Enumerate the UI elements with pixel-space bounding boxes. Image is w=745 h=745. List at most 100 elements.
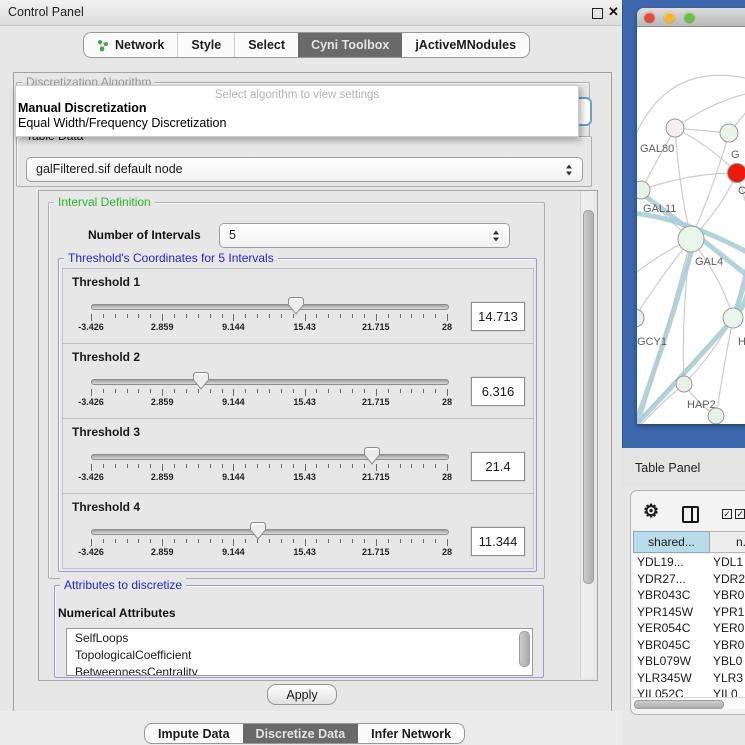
- settings-vertical-scrollbar[interactable]: [580, 191, 594, 678]
- list-item-topologicalcoefficient[interactable]: TopologicalCoefficient: [67, 646, 532, 663]
- list-item-betweennesscentrality[interactable]: BetweennessCentrality: [67, 663, 532, 676]
- float-window-icon[interactable]: [592, 8, 603, 19]
- tick-mark: [233, 389, 234, 396]
- slider-handle[interactable]: [288, 297, 304, 315]
- threshold-value-field[interactable]: 6.316: [471, 377, 525, 406]
- tick-mark: [127, 389, 128, 393]
- network-node-GAL80[interactable]: [666, 119, 684, 137]
- tick-mark: [364, 539, 365, 543]
- tick-label: 2.859: [151, 547, 174, 557]
- network-node-G[interactable]: [720, 124, 738, 142]
- tick-mark: [435, 464, 436, 468]
- tick-mark: [138, 464, 139, 468]
- tick-mark: [281, 539, 282, 543]
- attributes-scrollbar-thumb[interactable]: [519, 631, 530, 667]
- tick-mark: [400, 314, 401, 318]
- list-item-selfloops[interactable]: SelfLoops: [67, 629, 532, 646]
- tick-mark: [423, 464, 424, 468]
- slider-handle[interactable]: [193, 372, 209, 390]
- tick-mark: [210, 464, 211, 468]
- column-header-name[interactable]: n...: [710, 531, 745, 553]
- table-row[interactable]: YDR27...YDR2: [633, 571, 745, 588]
- tick-mark: [281, 389, 282, 393]
- bottom-tab-infer-network[interactable]: Infer Network: [358, 724, 464, 743]
- dropdown-option-manual-discretization[interactable]: Manual Discretization: [16, 101, 578, 116]
- num-intervals-combo[interactable]: 5: [219, 223, 510, 248]
- network-node-GAL4[interactable]: [678, 226, 704, 252]
- tick-mark: [376, 314, 377, 321]
- combo-spinner-icon: [493, 230, 500, 241]
- tick-mark: [233, 539, 234, 546]
- tick-label: -3.426: [78, 472, 104, 482]
- scrollbar-thumb[interactable]: [583, 210, 594, 584]
- apply-button[interactable]: Apply: [267, 684, 337, 705]
- slider-track[interactable]: [91, 379, 449, 385]
- tab-label: Cyni Toolbox: [311, 38, 389, 52]
- checkbox-icon[interactable]: ✓: [735, 509, 745, 519]
- table-row[interactable]: YDL19...YDL1: [633, 554, 745, 571]
- close-icon[interactable]: ✕: [608, 4, 619, 20]
- tab-select[interactable]: Select: [234, 33, 298, 57]
- slider-track[interactable]: [91, 304, 449, 310]
- tick-mark: [423, 539, 424, 543]
- column-header-shared-name[interactable]: shared...: [633, 531, 710, 553]
- tick-mark: [447, 464, 448, 471]
- mac-minimize-icon[interactable]: [664, 12, 675, 23]
- tab-style[interactable]: Style: [177, 33, 234, 57]
- tick-mark: [364, 314, 365, 318]
- network-node-GCY1[interactable]: [637, 309, 644, 327]
- gear-icon[interactable]: ⚙: [643, 501, 659, 522]
- table-row[interactable]: YER054CYER0: [633, 620, 745, 637]
- cell-shared-name: YDR27...: [633, 572, 708, 586]
- tab-network[interactable]: Network: [84, 33, 177, 57]
- network-node-C[interactable]: [728, 164, 745, 183]
- threshold-value-field[interactable]: 11.344: [471, 527, 525, 556]
- table-row[interactable]: YPR145WYPR1: [633, 604, 745, 621]
- network-node-GAL11[interactable]: [637, 181, 650, 199]
- cell-name: YBL0: [708, 654, 742, 668]
- tick-mark: [400, 539, 401, 543]
- tick-mark: [305, 539, 306, 546]
- tab-jactivemnodules[interactable]: jActiveMNodules: [402, 33, 529, 57]
- tick-mark: [233, 314, 234, 321]
- slider-handle[interactable]: [250, 522, 266, 540]
- network-node-HAP2[interactable]: [676, 376, 692, 392]
- tab-label: Impute Data: [158, 727, 230, 741]
- numerical-attributes-list[interactable]: SelfLoopsTopologicalCoefficientBetweenne…: [66, 628, 533, 676]
- dropdown-option-equal-width-frequency-discretization[interactable]: Equal Width/Frequency Discretization: [16, 116, 578, 131]
- slider-track[interactable]: [91, 454, 449, 460]
- table-row[interactable]: YBL079WYBL0: [633, 653, 745, 670]
- mac-close-icon[interactable]: [644, 12, 655, 23]
- scrollbar-thumb[interactable]: [634, 700, 724, 709]
- tick-label: -3.426: [78, 397, 104, 407]
- network-node-H[interactable]: [723, 308, 743, 328]
- network-node-node9[interactable]: [708, 408, 724, 424]
- tab-cyni-toolbox[interactable]: Cyni Toolbox: [298, 33, 402, 57]
- checkbox-icon[interactable]: ✓: [722, 509, 732, 519]
- table-row[interactable]: YLR345WYLR3: [633, 670, 745, 687]
- table-row[interactable]: YBR043CYBR0: [633, 587, 745, 604]
- slider-track[interactable]: [91, 529, 449, 535]
- tick-mark: [138, 389, 139, 393]
- table-horizontal-scrollbar[interactable]: [632, 697, 745, 709]
- node-label-C: C: [738, 185, 745, 197]
- mac-zoom-icon[interactable]: [684, 12, 695, 23]
- table-row[interactable]: YBR045CYBR0: [633, 637, 745, 654]
- network-canvas[interactable]: GAL80GCGAL11GAL4GCY1HHAP2: [637, 27, 745, 424]
- tick-mark: [423, 389, 424, 393]
- threshold-value-field[interactable]: 14.713: [471, 302, 525, 331]
- columns-icon[interactable]: [682, 506, 699, 523]
- tick-mark: [198, 314, 199, 318]
- slider-handle[interactable]: [364, 447, 380, 465]
- bottom-tab-impute-data[interactable]: Impute Data: [145, 724, 243, 743]
- tick-mark: [376, 539, 377, 546]
- algorithm-dropdown-popup: Select algorithm to view settings Manual…: [15, 85, 579, 137]
- table-data-combo[interactable]: galFiltered.sif default node: [26, 157, 583, 182]
- tick-mark: [400, 464, 401, 468]
- tick-mark: [305, 314, 306, 321]
- node-label-GCY1: GCY1: [637, 336, 667, 348]
- bottom-tab-discretize-data[interactable]: Discretize Data: [243, 724, 359, 743]
- threshold-value-field[interactable]: 21.4: [471, 452, 525, 481]
- tick-label: 2.859: [151, 472, 174, 482]
- table-row[interactable]: YIL052CYIL0: [633, 686, 745, 697]
